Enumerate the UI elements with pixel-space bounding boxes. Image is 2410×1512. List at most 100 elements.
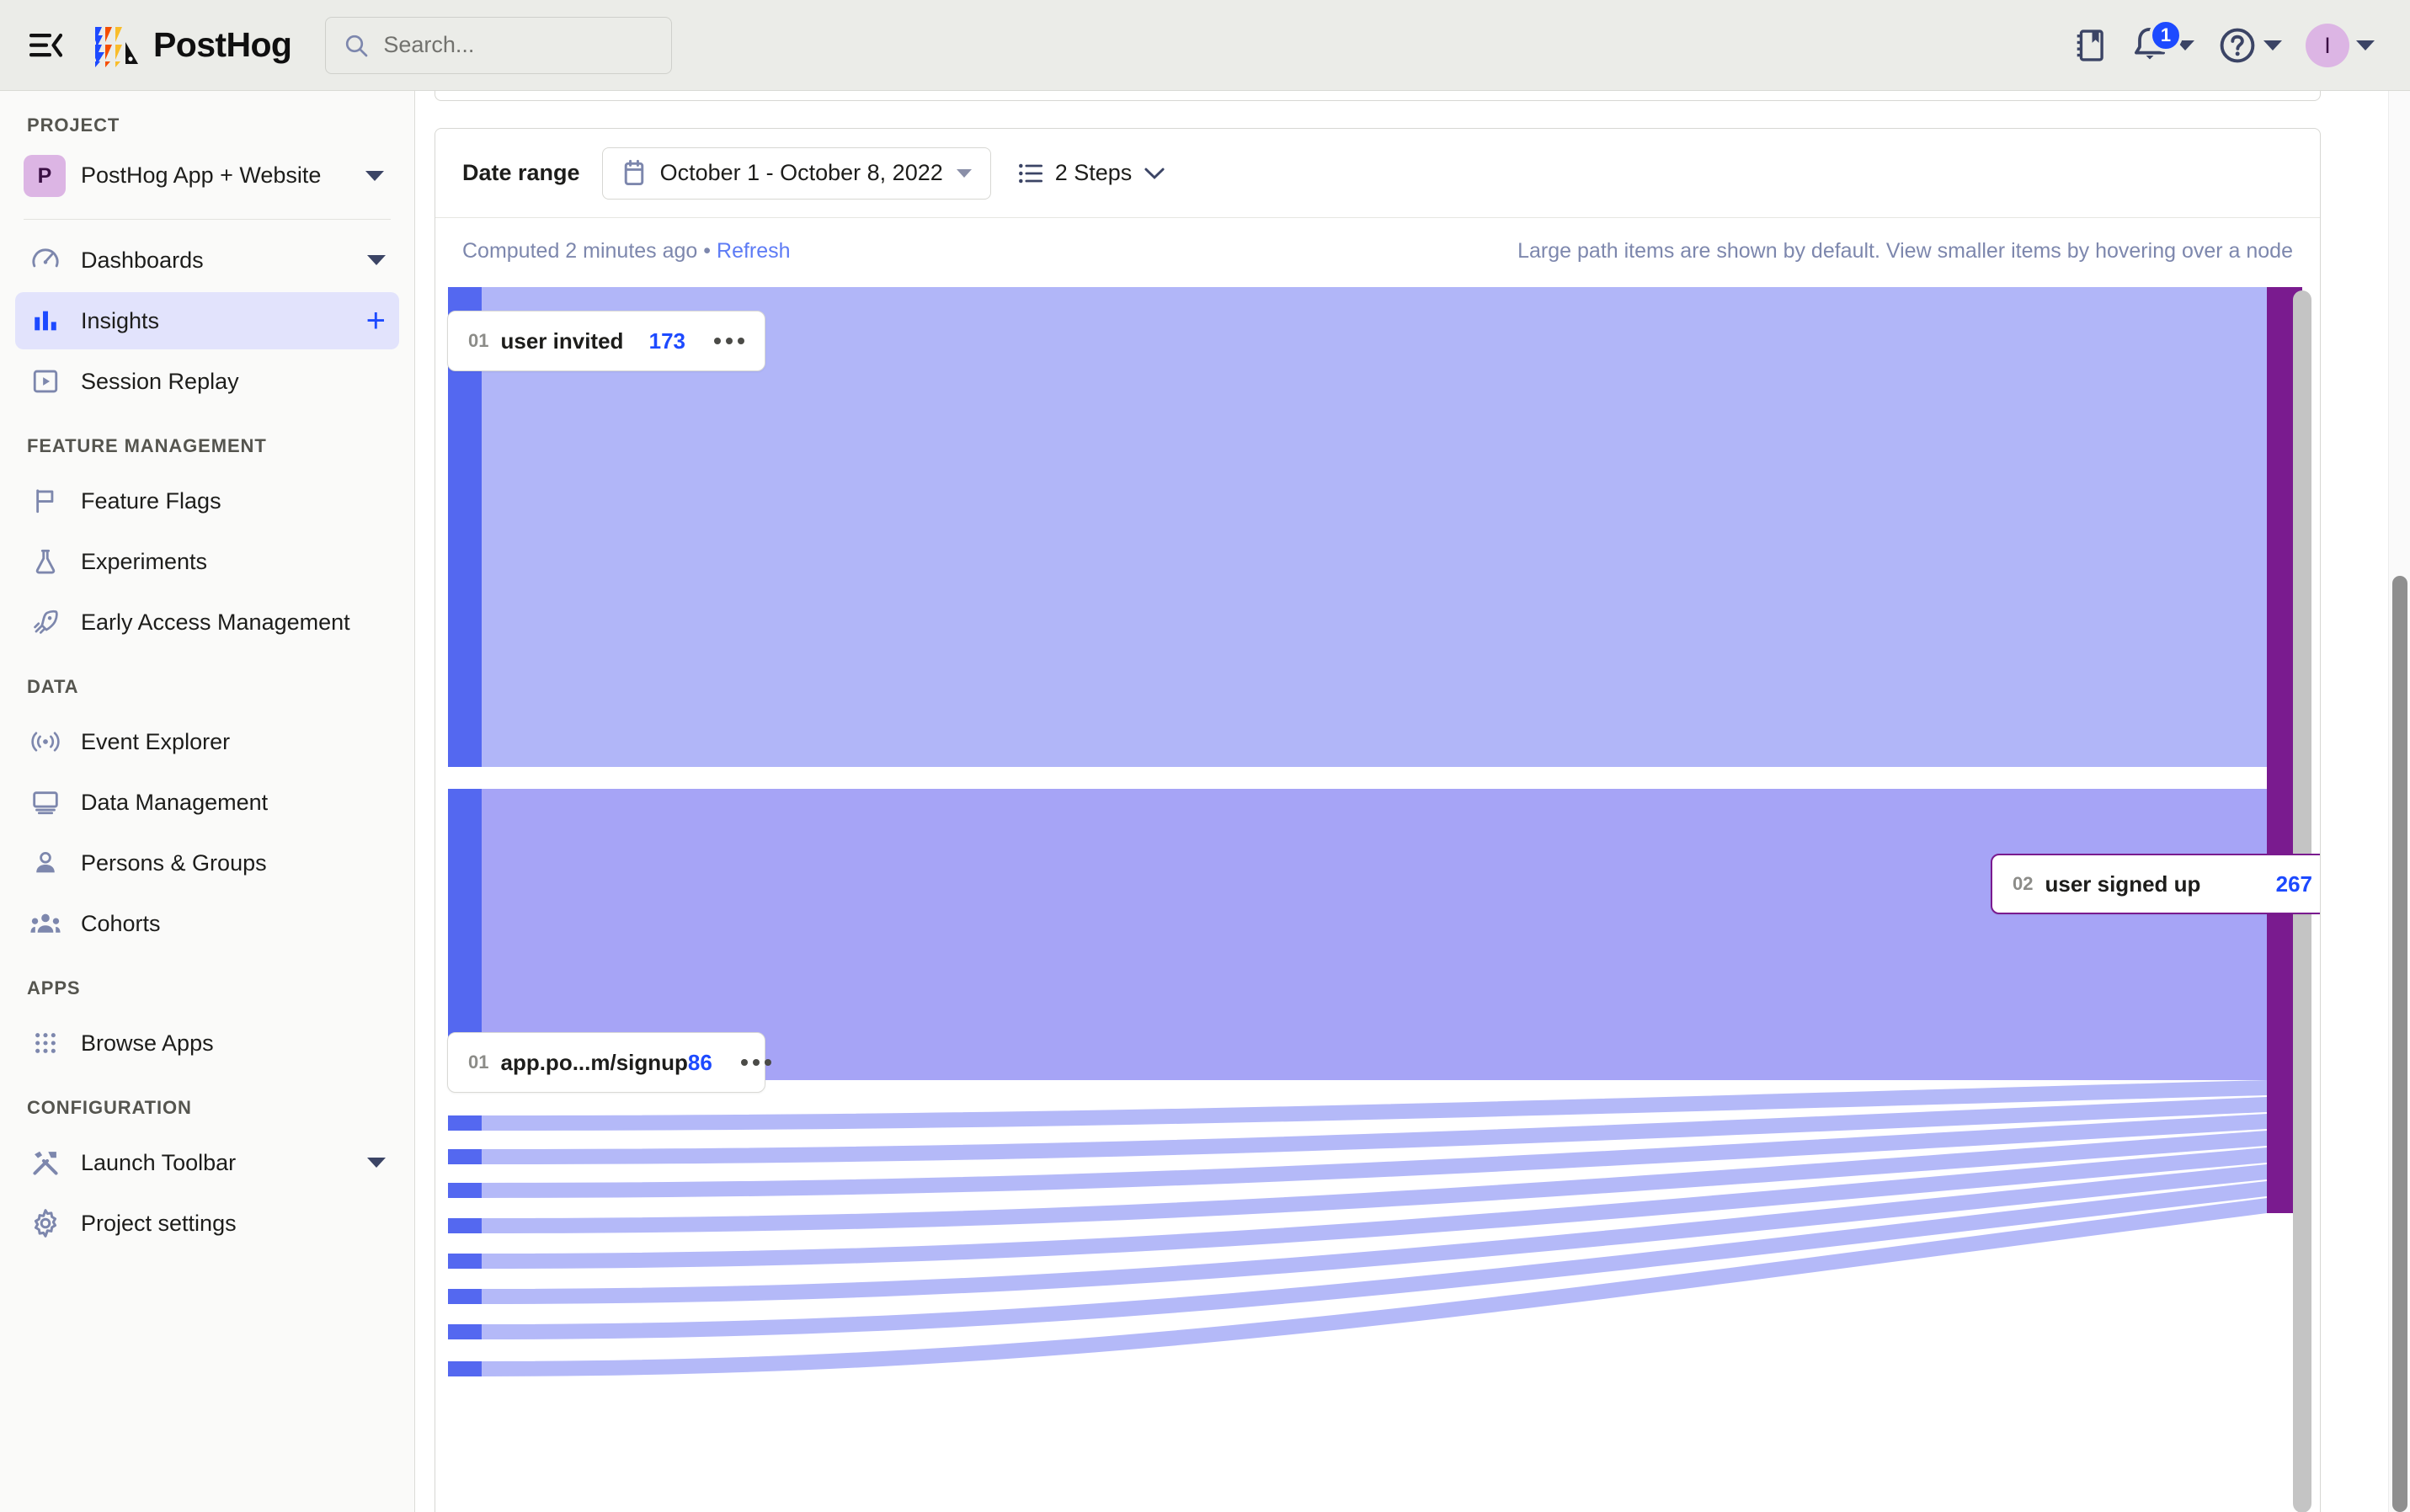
sidebar-item-persons-groups[interactable]: Persons & Groups: [15, 834, 399, 892]
sidebar-item-early-access-management[interactable]: Early Access Management: [15, 594, 399, 651]
posthog-logo-icon: [95, 26, 138, 67]
sankey-node-minor[interactable]: [448, 1254, 482, 1269]
help-circle-icon: [2220, 28, 2255, 63]
sidebar-section-apps: APPS: [27, 977, 81, 998]
bell-wrapper: 1: [2130, 19, 2183, 67]
sidebar-item-label: Launch Toolbar: [81, 1149, 237, 1175]
tools-icon: [29, 1146, 62, 1179]
main-content: Date range October 1 - October 8, 2022 2…: [415, 91, 2410, 1512]
sidebar-section-data: DATA: [27, 676, 79, 697]
sidebar-item-label: Insights: [81, 307, 160, 333]
sidebar-nav: Dashboards Insights + Session Replay FEATURE…: [0, 232, 414, 1252]
sidebar-item-label: Dashboards: [81, 247, 204, 273]
ellipsis-icon[interactable]: [740, 1059, 771, 1066]
notification-badge: 1: [2149, 19, 2183, 52]
page-scrollbar-thumb[interactable]: [2392, 576, 2407, 1512]
sidebar-item-label: Feature Flags: [81, 487, 221, 514]
sidebar-item-dashboards[interactable]: Dashboards: [15, 232, 399, 289]
notifications-button[interactable]: 1: [2120, 18, 2205, 73]
node-value: 173: [648, 327, 685, 354]
paths-hint: Large path items are shown by default. V…: [1517, 238, 2293, 263]
sankey-node-minor[interactable]: [448, 1183, 482, 1198]
node-value: 267: [2275, 870, 2312, 897]
steps-selector[interactable]: 2 Steps: [1013, 153, 1171, 193]
notebook-button[interactable]: [2065, 22, 2117, 69]
project-badge: P: [24, 155, 66, 197]
node-index: 01: [468, 330, 489, 351]
bar-chart-icon: [29, 304, 62, 338]
sidebar-section-feature-management: FEATURE MANAGEMENT: [27, 435, 267, 456]
chevron-down-icon[interactable]: [367, 1158, 386, 1168]
node-index: 01: [468, 1051, 489, 1073]
ellipsis-icon[interactable]: [714, 338, 744, 344]
posthog-logo[interactable]: PostHog: [94, 24, 292, 67]
sidebar-item-label: Early Access Management: [81, 609, 350, 635]
node-card-signup-page[interactable]: 01 app.po...m/signup 86: [447, 1032, 771, 1093]
sidebar-divider: [24, 219, 391, 220]
node-card-user-invited[interactable]: 01 user invited 173: [447, 311, 765, 371]
sankey-node-minor[interactable]: [448, 1115, 482, 1131]
page-scrollbar[interactable]: [2388, 91, 2410, 1512]
play-square-icon: [29, 365, 62, 398]
sidebar-item-label: Browse Apps: [81, 1030, 214, 1056]
sidebar-collapse-icon[interactable]: [22, 22, 69, 69]
sidebar-item-experiments[interactable]: Experiments: [15, 533, 399, 590]
sidebar-item-project-settings[interactable]: Project settings: [15, 1195, 399, 1252]
date-range-picker[interactable]: October 1 - October 8, 2022: [601, 146, 991, 200]
sidebar-item-cohorts[interactable]: Cohorts: [15, 895, 399, 952]
person-icon: [29, 846, 62, 880]
date-range-value: October 1 - October 8, 2022: [659, 160, 943, 185]
sidebar-item-event-explorer[interactable]: Event Explorer: [15, 713, 399, 770]
node-index: 02: [2013, 873, 2034, 894]
flag-icon: [29, 484, 62, 518]
brand-name: PostHog: [153, 25, 292, 64]
chevron-down-icon: [2356, 40, 2375, 51]
sidebar-item-label: Persons & Groups: [81, 849, 267, 876]
chevron-down-icon[interactable]: [365, 171, 384, 181]
sankey-node-minor[interactable]: [448, 1361, 482, 1376]
search-icon: [346, 35, 368, 56]
sankey-node-minor[interactable]: [448, 1218, 482, 1233]
computed-status: Computed 2 minutes ago • Refresh: [462, 239, 791, 264]
chevron-down-icon[interactable]: [367, 255, 386, 265]
chevron-down-icon: [956, 168, 972, 178]
list-icon: [1018, 163, 1042, 183]
node-name: user invited: [500, 327, 624, 354]
project-switcher[interactable]: P PostHog App + Website: [0, 155, 414, 197]
new-insight-button[interactable]: +: [366, 304, 386, 338]
node-card-user-signed-up[interactable]: 02 user signed up 267: [1991, 854, 2320, 914]
calendar-icon: [624, 159, 643, 185]
sidebar-item-launch-toolbar[interactable]: Launch Toolbar: [15, 1134, 399, 1191]
node-name: user signed up: [2045, 870, 2201, 897]
sidebar-item-label: Cohorts: [81, 910, 161, 936]
sidebar-item-session-replay[interactable]: Session Replay: [15, 353, 399, 410]
sidebar-item-feature-flags[interactable]: Feature Flags: [15, 472, 399, 530]
sidebar-section-project: PROJECT: [27, 114, 120, 136]
paths-insight-card: Date range October 1 - October 8, 2022 2…: [435, 128, 2321, 1512]
sankey-node-minor[interactable]: [448, 1324, 482, 1339]
sidebar: PROJECT P PostHog App + Website Dashboar…: [0, 91, 415, 1512]
sidebar-item-browse-apps[interactable]: Browse Apps: [15, 1014, 399, 1072]
sankey-node-minor[interactable]: [448, 1289, 482, 1304]
sidebar-item-label: Project settings: [81, 1210, 237, 1236]
help-button[interactable]: [2208, 19, 2292, 72]
sidebar-item-insights[interactable]: Insights +: [15, 292, 399, 349]
gear-icon: [29, 1206, 62, 1240]
sidebar-item-data-management[interactable]: Data Management: [15, 774, 399, 831]
sankey-node-minor[interactable]: [448, 1149, 482, 1164]
monitor-icon: [29, 785, 62, 819]
global-search[interactable]: Search...: [325, 16, 673, 74]
node-value: 86: [687, 1049, 712, 1075]
sidebar-item-label: Data Management: [81, 789, 269, 815]
top-navigation-bar: PostHog Search... 1 I: [0, 0, 2410, 91]
user-menu-button[interactable]: I: [2295, 17, 2385, 74]
refresh-link[interactable]: Refresh: [717, 239, 791, 263]
broadcast-icon: [29, 725, 62, 759]
